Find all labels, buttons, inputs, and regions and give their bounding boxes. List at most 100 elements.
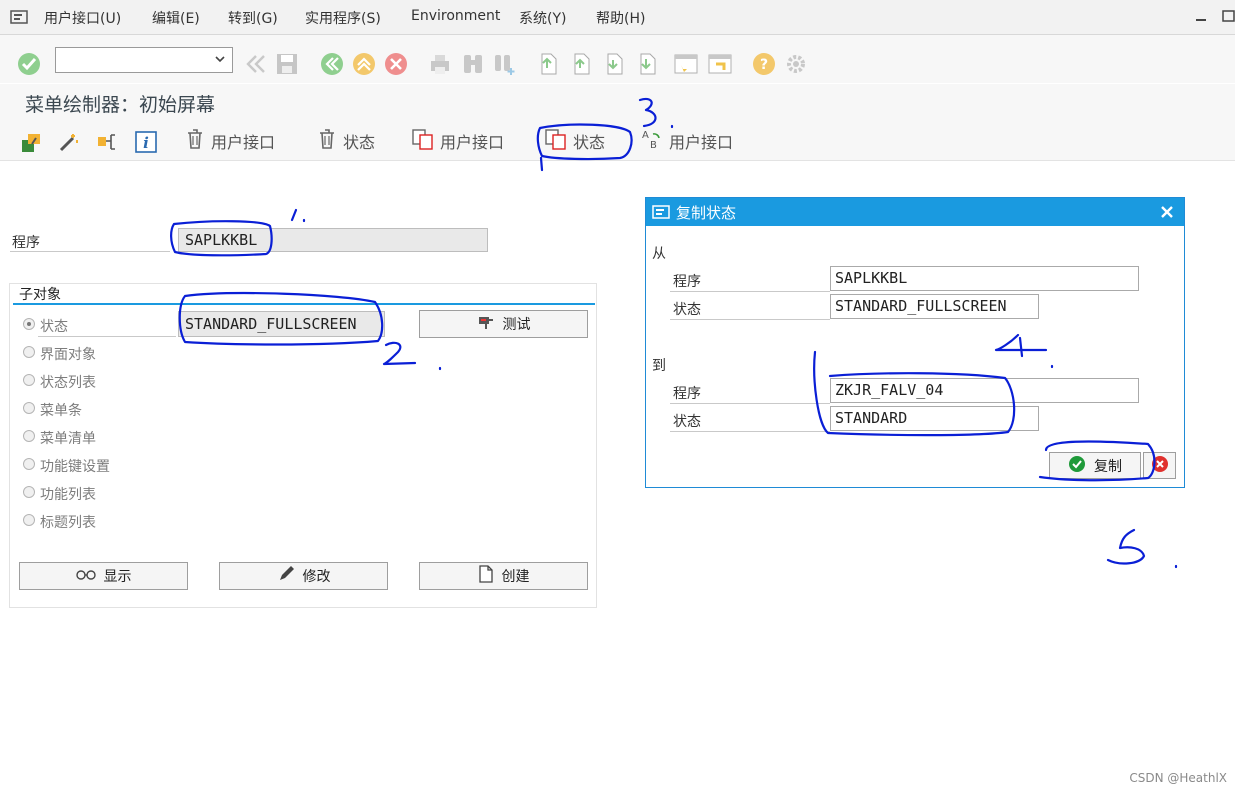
enter-icon[interactable] [17,52,41,76]
rename-user-interface-button[interactable]: AB 用户接口 [641,128,733,154]
subobjects-title-underline [13,303,595,305]
trash-icon [317,128,337,154]
menu-environment[interactable]: Environment [411,8,500,24]
help-icon[interactable]: ? [752,52,776,80]
radio-status[interactable] [23,318,35,330]
copy-button[interactable]: 复制 [1049,452,1141,479]
other-object-icon[interactable] [21,131,43,157]
from-label: 从 [652,246,666,262]
status-field[interactable]: STANDARD_FULLSCREEN [178,311,385,337]
test-button[interactable]: 测试 [419,310,588,338]
settings-icon[interactable] [784,52,808,80]
radio-function-keys[interactable] [23,458,35,470]
from-status-field[interactable]: STANDARD_FULLSCREEN [830,294,1039,319]
create-button[interactable]: 创建 [419,562,588,590]
to-program-label: 程序 [673,386,701,402]
new-session-icon[interactable] [673,52,699,80]
mark-1 [290,208,306,223]
radio-function-list-label: 功能列表 [40,487,96,503]
info-icon[interactable]: i [135,131,157,157]
rename-icon: AB [641,128,663,154]
close-icon[interactable] [1160,205,1174,223]
display-button[interactable]: 显示 [19,562,188,590]
radio-status-list-label: 状态列表 [40,375,96,391]
copy-button-label: 复制 [1094,458,1122,475]
cancel-icon[interactable] [384,52,408,80]
copy-user-interface-label: 用户接口 [440,133,505,152]
radio-function-list[interactable] [23,486,35,498]
back-icon[interactable] [244,53,268,79]
copy-status-label: 状态 [573,133,606,152]
mark-5 [1106,528,1178,569]
first-page-icon[interactable] [537,52,559,80]
radio-menu-bar[interactable] [23,402,35,414]
menu-help[interactable]: 帮助(H) [596,8,645,28]
radio-status-list[interactable] [23,374,35,386]
radio-function-keys-label: 功能键设置 [40,459,110,475]
to-status-label: 状态 [673,414,701,430]
to-program-field[interactable]: ZKJR_FALV_04 [830,378,1139,403]
radio-interface-objects-label: 界面对象 [40,347,96,363]
program-label-underline [10,251,170,252]
radio-menu-bar-label: 菜单条 [40,403,82,419]
save-icon[interactable] [275,52,299,80]
pencil-icon [277,565,295,587]
copy-icon [412,128,434,154]
create-button-label: 创建 [501,569,530,585]
next-page-icon[interactable] [603,52,625,80]
test-icon [477,314,495,334]
magic-wand-icon[interactable] [58,131,80,157]
trash-icon [185,128,205,154]
back-green-icon[interactable] [320,52,344,80]
cancel-button[interactable] [1143,452,1176,479]
to-status-field[interactable]: STANDARD [830,406,1039,431]
rename-user-interface-label: 用户接口 [669,133,734,152]
radio-interface-objects[interactable] [23,346,35,358]
sap-menu-icon[interactable] [10,9,28,25]
copy-status-button[interactable]: 状态 [545,128,605,154]
menu-utilities[interactable]: 实用程序(S) [305,8,381,28]
find-icon[interactable] [461,52,485,80]
radio-menu-list-label: 菜单清单 [40,431,96,447]
radio-title-list[interactable] [23,514,35,526]
from-program-underline [670,291,830,292]
display-button-label: 显示 [103,569,132,585]
shortcut-icon[interactable] [707,52,733,80]
from-status-underline [670,319,830,320]
delete-user-interface-button[interactable]: 用户接口 [185,128,275,154]
program-label: 程序 [12,235,40,251]
program-field[interactable]: SAPLKKBL [178,228,488,252]
chevron-down-icon[interactable] [214,53,226,69]
exit-icon[interactable] [352,52,376,80]
subobjects-title: 子对象 [19,287,61,303]
menu-goto[interactable]: 转到(G) [228,8,278,28]
last-page-icon[interactable] [636,52,658,80]
hierarchy-icon[interactable] [97,131,119,157]
check-icon [1068,455,1086,477]
to-program-underline [670,403,830,404]
menu-edit[interactable]: 编辑(E) [152,8,200,28]
delete-status-button[interactable]: 状态 [317,128,375,154]
from-status-label: 状态 [673,302,701,318]
menu-user-interface[interactable]: 用户接口(U) [44,8,121,28]
glasses-icon [75,568,96,584]
copy-user-interface-button[interactable]: 用户接口 [412,128,504,154]
from-program-field[interactable]: SAPLKKBL [830,266,1139,291]
command-field[interactable] [55,47,233,73]
radio-status-label: 状态 [40,319,68,335]
change-button-label: 修改 [302,569,331,585]
radio-menu-list[interactable] [23,430,35,442]
copy-status-dialog [645,197,1185,488]
minimize-icon[interactable] [1194,10,1208,22]
print-icon[interactable] [428,53,452,79]
test-button-label: 测试 [502,317,531,333]
page-title: 菜单绘制器：初始屏幕 [25,94,216,116]
prev-page-icon[interactable] [570,52,592,80]
menu-system[interactable]: 系统(Y) [519,8,566,28]
find-next-icon[interactable] [493,52,517,80]
change-button[interactable]: 修改 [219,562,388,590]
maximize-icon[interactable] [1222,10,1235,22]
dialog-menu-icon[interactable] [652,204,670,224]
new-document-icon [478,565,494,587]
delete-user-interface-label: 用户接口 [211,133,276,152]
